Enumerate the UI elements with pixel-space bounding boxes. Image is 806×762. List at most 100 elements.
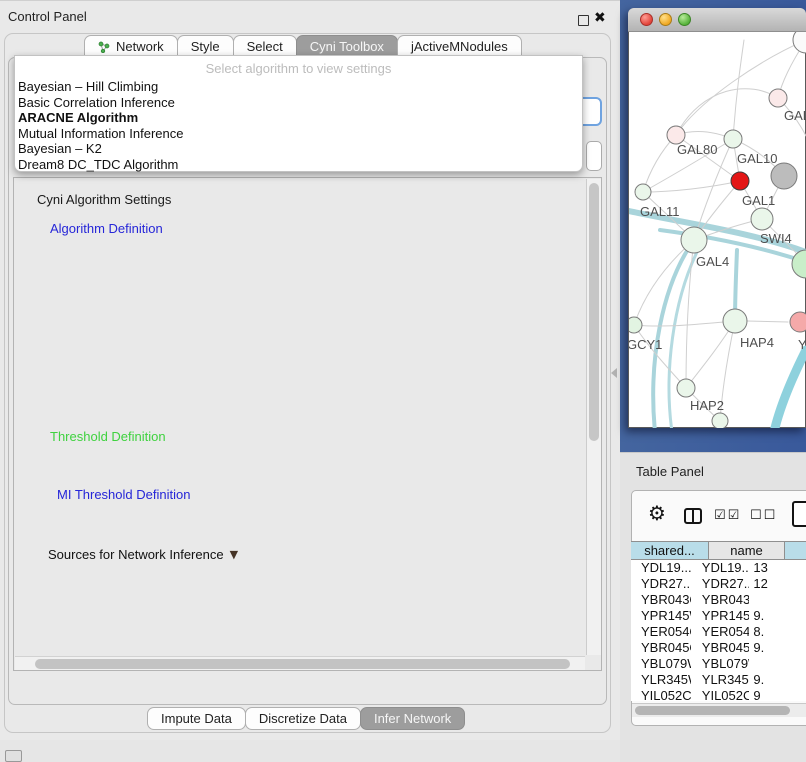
network-node[interactable]: [793, 32, 806, 53]
minimize-traffic-light[interactable]: [659, 13, 672, 26]
algorithm-option-dream8-dc-tdc-algorithm[interactable]: Dream8 DC_TDC Algorithm: [15, 157, 582, 173]
table-cell: 13: [749, 560, 806, 576]
column-header-name[interactable]: name: [709, 542, 785, 559]
mi-threshold-definition-title: MI Threshold Definition: [53, 487, 194, 502]
sources-title: Sources for Network Inference: [48, 547, 224, 562]
network-canvas-svg[interactable]: GAL80GAL10GALGAL1GAL11SWI4GAL4GCY1HAP4YH…: [629, 32, 806, 428]
zoom-traffic-light[interactable]: [678, 13, 691, 26]
chevron-down-icon: ▼: [230, 548, 238, 561]
column-header-shared[interactable]: shared...: [631, 542, 709, 559]
float-window-icon[interactable]: [578, 15, 589, 26]
network-node[interactable]: [629, 317, 642, 333]
table-cell: [749, 592, 806, 608]
table-cell: 12: [749, 576, 806, 592]
network-node[interactable]: [712, 413, 728, 428]
table-row[interactable]: YDL19...YDL19...13: [631, 560, 806, 576]
table-horizontal-scrollbar[interactable]: [632, 703, 806, 717]
table-row[interactable]: YBL079WYBL079W: [631, 656, 806, 672]
table-cell: YIL052C: [631, 688, 691, 701]
table-cell: YER054C: [631, 624, 691, 640]
table-row[interactable]: YBR043CYBR043C: [631, 592, 806, 608]
node-label-hap4: HAP4: [740, 335, 774, 350]
tab-label: Network: [116, 39, 164, 54]
node-label-gal10: GAL10: [737, 151, 777, 166]
algorithm-popup-list: Bayesian – Hill ClimbingBasic Correlatio…: [15, 79, 582, 173]
table-row[interactable]: YPR145WYPR145W9.: [631, 608, 806, 624]
sources-expander[interactable]: Sources for Network Inference ▼: [44, 547, 242, 562]
network-node[interactable]: [769, 89, 787, 107]
table-cell: [749, 656, 806, 672]
table-row[interactable]: YIL052CYIL052C9: [631, 688, 806, 701]
table-cell: YBR043C: [691, 592, 750, 608]
algorithm-option-bayesian-k2[interactable]: Bayesian – K2: [15, 141, 582, 157]
table-cell: YBL079W: [631, 656, 691, 672]
node-label-swi4: SWI4: [760, 231, 792, 246]
document-icon[interactable]: [792, 501, 806, 527]
network-node[interactable]: [771, 163, 797, 189]
column-view-icon[interactable]: [684, 508, 702, 524]
table-row[interactable]: YLR345WYLR345W9.: [631, 672, 806, 688]
network-node[interactable]: [724, 130, 742, 148]
node-label-gal11: GAL11: [640, 204, 680, 219]
node-label-gal4: GAL4: [696, 254, 729, 269]
deselect-all-checkboxes-icon[interactable]: ☐☐: [750, 508, 777, 523]
column-header-a[interactable]: A: [785, 542, 806, 559]
table-cell: 9: [749, 688, 806, 701]
node-label-gal80: GAL80: [677, 142, 717, 157]
network-node[interactable]: [723, 309, 747, 333]
cyni-algorithm-settings-title: Cyni Algorithm Settings: [33, 192, 175, 207]
algorithm-option-basic-correlation-inference[interactable]: Basic Correlation Inference: [15, 95, 582, 111]
close-traffic-light[interactable]: [640, 13, 653, 26]
hidden-widget-edge: [586, 141, 602, 171]
network-tab-icon: [98, 41, 110, 53]
network-window-titlebar[interactable]: [628, 8, 806, 32]
scrollbar-thumb[interactable]: [35, 659, 570, 669]
scrollbar-thumb[interactable]: [635, 706, 790, 715]
screenshot-root: Control Panel ✖ NetworkStyleSelectCyni T…: [0, 0, 806, 762]
table-cell: YPR145W: [691, 608, 750, 624]
bottom-tab-bar: Impute Data Discretize DataInfer Network: [148, 707, 465, 730]
table-body: YDL19...YDL19...13YDR27...YDR27...12YBR0…: [631, 560, 806, 701]
table-cell: YBR045C: [691, 640, 750, 656]
network-edge: [747, 321, 788, 322]
network-node[interactable]: [731, 172, 749, 190]
close-icon[interactable]: ✖: [594, 10, 606, 26]
node-label-y: Y: [798, 337, 806, 352]
table-row[interactable]: YBR045CYBR045C9.: [631, 640, 806, 656]
table-cell: YBL079W: [691, 656, 750, 672]
network-node[interactable]: [751, 208, 773, 230]
settings-horizontal-scrollbar[interactable]: [15, 656, 585, 670]
table-cell: YBR045C: [631, 640, 691, 656]
node-label-gal: GAL: [784, 108, 806, 123]
tab-label: Impute Data: [161, 711, 232, 726]
table-cell: 8.: [749, 624, 806, 640]
network-node[interactable]: [635, 184, 651, 200]
table-cell: 9.: [749, 672, 806, 688]
threshold-definition-title: Threshold Definition: [46, 429, 170, 444]
network-edge: [774, 350, 806, 428]
network-node[interactable]: [677, 379, 695, 397]
table-cell: 9.: [749, 640, 806, 656]
tab-impute-data[interactable]: Impute Data: [147, 707, 246, 730]
table-row[interactable]: YER054CYER054C8.: [631, 624, 806, 640]
table-cell: YPR145W: [631, 608, 691, 624]
table-cell: YDR27...: [691, 576, 750, 592]
network-node[interactable]: [681, 227, 707, 253]
panel-divider-arrow[interactable]: [611, 368, 617, 378]
network-node[interactable]: [792, 250, 806, 278]
scrollbar-thumb[interactable]: [589, 183, 599, 441]
table-cell: YIL052C: [691, 688, 750, 701]
table-cell: YLR345W: [691, 672, 750, 688]
table-row[interactable]: YDR27...YDR27...12: [631, 576, 806, 592]
tab-infer-network[interactable]: Infer Network: [360, 707, 465, 730]
algorithm-option-mutual-information-inference[interactable]: Mutual Information Inference: [15, 126, 582, 142]
tab-discretize-data[interactable]: Discretize Data: [245, 707, 361, 730]
settings-vertical-scrollbar[interactable]: [586, 179, 601, 655]
select-all-checkboxes-icon[interactable]: ☑☑: [714, 508, 741, 523]
algorithm-option-bayesian-hill-climbing[interactable]: Bayesian – Hill Climbing: [15, 79, 582, 95]
network-edge: [643, 135, 676, 192]
gear-icon[interactable]: ⚙: [648, 501, 666, 525]
algorithm-option-aracne-algorithm[interactable]: ARACNE Algorithm: [15, 110, 582, 126]
network-node[interactable]: [790, 312, 806, 332]
bottom-left-widget[interactable]: [5, 750, 22, 762]
